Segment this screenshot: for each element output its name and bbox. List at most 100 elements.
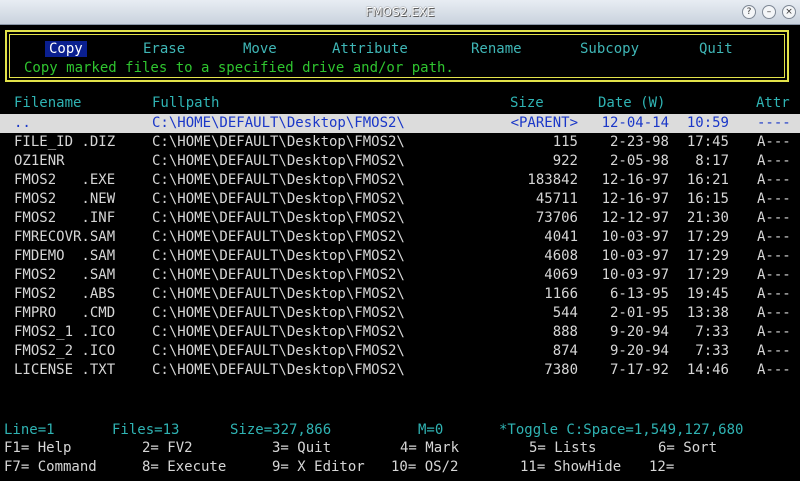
fkey-f8-execute[interactable]: 8= Execute (142, 459, 226, 475)
file-time: 19:45 (686, 286, 729, 302)
file-date: 10-03-97 (601, 248, 669, 264)
file-path: C:\HOME\DEFAULT\Desktop\FMOS2\ (152, 305, 405, 321)
file-attr: A--- (757, 191, 791, 207)
fkey-f9-xeditor[interactable]: 9= X Editor (272, 459, 365, 475)
status-line: Line=1 (4, 422, 55, 438)
col-header-filename[interactable]: Filename (14, 95, 81, 111)
fkey-f5-lists[interactable]: 5= Lists (529, 440, 596, 456)
col-header-attr[interactable]: Attr (756, 95, 790, 111)
app-window: FMOS2.EXE ? – × Copy Erase Move Attribut… (0, 0, 800, 481)
file-name: FMPRO .CMD (14, 305, 116, 321)
file-time: 7:33 (695, 343, 729, 359)
col-header-date[interactable]: Date (W) (598, 95, 665, 111)
fkey-f7-command[interactable]: F7= Command (4, 459, 97, 475)
file-attr: A--- (757, 286, 791, 302)
file-time: 13:38 (686, 305, 729, 321)
menu-item-attribute[interactable]: Attribute (332, 41, 408, 57)
file-name: FILE_ID .DIZ (14, 134, 116, 150)
file-size: 544 (552, 305, 578, 321)
file-attr: A--- (757, 153, 791, 169)
file-name: FMOS2_1 .ICO (14, 324, 116, 340)
close-icon[interactable]: × (782, 5, 796, 19)
fkey-f10-os2[interactable]: 10= OS/2 (391, 459, 458, 475)
file-name: FMOS2_2 .ICO (14, 343, 116, 359)
status-size: Size=327,866 (230, 422, 332, 438)
menu-item-move[interactable]: Move (243, 41, 277, 57)
table-row[interactable]: FMDEMO .SAM C:\HOME\DEFAULT\Desktop\FMOS2… (0, 247, 800, 266)
file-date: 9-20-94 (609, 343, 669, 359)
file-attr: A--- (757, 343, 791, 359)
file-size: 4069 (544, 267, 578, 283)
file-attr: ---- (757, 115, 791, 131)
fkey-f12[interactable]: 12= (649, 459, 674, 475)
fkey-f3-quit[interactable]: 3= Quit (272, 440, 331, 456)
file-time: 7:33 (695, 324, 729, 340)
menu-item-quit[interactable]: Quit (699, 41, 733, 57)
file-time: 21:30 (686, 210, 729, 226)
file-attr: A--- (757, 210, 791, 226)
file-time: 17:45 (686, 134, 729, 150)
file-size: 922 (552, 153, 578, 169)
table-row[interactable]: FMRECOVR.SAM C:\HOME\DEFAULT\Desktop\FMOS… (0, 228, 800, 247)
file-time: 17:29 (686, 229, 729, 245)
file-path: C:\HOME\DEFAULT\Desktop\FMOS2\ (152, 248, 405, 264)
status-mark: M=0 (418, 422, 444, 438)
minimize-icon[interactable]: – (762, 5, 776, 19)
file-name: FMOS2 .NEW (14, 191, 116, 207)
file-name: LICENSE .TXT (14, 362, 116, 378)
status-space[interactable]: *Toggle C:Space=1,549,127,680 (499, 422, 743, 438)
table-row[interactable]: FMOS2 .NEW C:\HOME\DEFAULT\Desktop\FMOS2\… (0, 190, 800, 209)
file-size: 888 (552, 324, 578, 340)
file-date: 12-12-97 (601, 210, 669, 226)
title-bar[interactable]: FMOS2.EXE ? – × (0, 0, 800, 25)
col-header-size[interactable]: Size (510, 95, 544, 111)
file-attr: A--- (757, 305, 791, 321)
table-row[interactable]: FILE_ID .DIZ C:\HOME\DEFAULT\Desktop\FMOS… (0, 133, 800, 152)
file-name: FMOS2 .ABS (14, 286, 116, 302)
file-time: 17:29 (686, 248, 729, 264)
file-time: 14:46 (686, 362, 729, 378)
menu-item-erase[interactable]: Erase (143, 41, 185, 57)
table-row[interactable]: FMOS2 .ABS C:\HOME\DEFAULT\Desktop\FMOS2\… (0, 285, 800, 304)
file-time: 16:21 (686, 172, 729, 188)
menu-item-rename[interactable]: Rename (471, 41, 522, 57)
fkey-f6-sort[interactable]: 6= Sort (658, 440, 717, 456)
file-size: 1166 (544, 286, 578, 302)
file-attr: A--- (757, 229, 791, 245)
file-date: 7-17-92 (609, 362, 669, 378)
help-icon[interactable]: ? (742, 5, 756, 19)
table-row[interactable]: FMOS2 .EXE C:\HOME\DEFAULT\Desktop\FMOS2\… (0, 171, 800, 190)
file-date: 6-13-95 (609, 286, 669, 302)
file-path: C:\HOME\DEFAULT\Desktop\FMOS2\ (152, 210, 405, 226)
file-date: 12-16-97 (601, 191, 669, 207)
table-row[interactable]: FMOS2 .SAM C:\HOME\DEFAULT\Desktop\FMOS2\… (0, 266, 800, 285)
file-name: .. (14, 115, 31, 131)
file-name: OZ1ENR (14, 153, 65, 169)
file-attr: A--- (757, 134, 791, 150)
file-path: C:\HOME\DEFAULT\Desktop\FMOS2\ (152, 362, 405, 378)
table-row[interactable]: LICENSE .TXT C:\HOME\DEFAULT\Desktop\FMOS… (0, 361, 800, 380)
file-name: FMDEMO .SAM (14, 248, 116, 264)
file-attr: A--- (757, 248, 791, 264)
table-row[interactable]: FMOS2 .INF C:\HOME\DEFAULT\Desktop\FMOS2\… (0, 209, 800, 228)
file-size: 7380 (544, 362, 578, 378)
file-date: 9-20-94 (609, 324, 669, 340)
file-path: C:\HOME\DEFAULT\Desktop\FMOS2\ (152, 324, 405, 340)
menu-item-copy[interactable]: Copy (45, 41, 87, 57)
file-size: 874 (552, 343, 578, 359)
fkey-f2-fv2[interactable]: 2= FV2 (142, 440, 193, 456)
file-path: C:\HOME\DEFAULT\Desktop\FMOS2\ (152, 153, 405, 169)
file-name: FMRECOVR.SAM (14, 229, 116, 245)
table-row[interactable]: .. C:\HOME\DEFAULT\Desktop\FMOS2\ <PARENT>… (0, 114, 800, 133)
table-row[interactable]: FMOS2_2 .ICO C:\HOME\DEFAULT\Desktop\FMOS… (0, 342, 800, 361)
file-date: 10-03-97 (601, 229, 669, 245)
col-header-fullpath[interactable]: Fullpath (152, 95, 219, 111)
menu-item-subcopy[interactable]: Subcopy (580, 41, 639, 57)
fkey-f1-help[interactable]: F1= Help (4, 440, 71, 456)
fkey-f11-showhide[interactable]: 11= ShowHide (520, 459, 621, 475)
file-size: 73706 (535, 210, 578, 226)
fkey-f4-mark[interactable]: 4= Mark (400, 440, 459, 456)
table-row[interactable]: FMPRO .CMD C:\HOME\DEFAULT\Desktop\FMOS2\… (0, 304, 800, 323)
table-row[interactable]: FMOS2_1 .ICO C:\HOME\DEFAULT\Desktop\FMOS… (0, 323, 800, 342)
table-row[interactable]: OZ1ENR C:\HOME\DEFAULT\Desktop\FMOS2\ 922 2… (0, 152, 800, 171)
